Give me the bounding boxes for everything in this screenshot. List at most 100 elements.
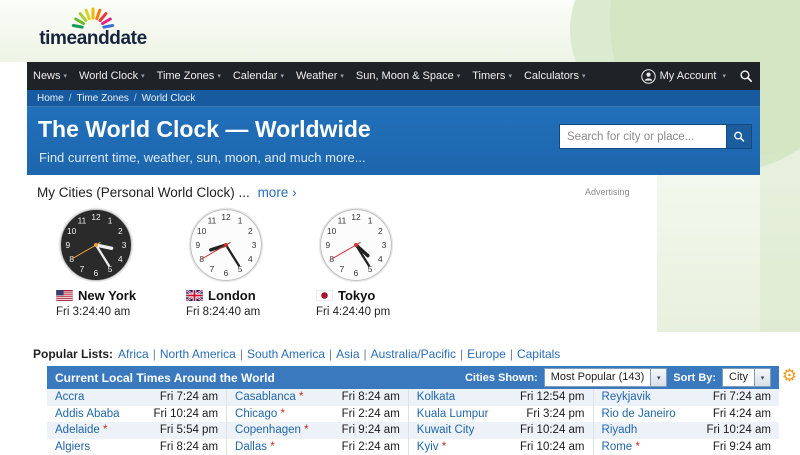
list-separator: | <box>239 347 243 361</box>
logo-text: timeanddate <box>39 28 147 49</box>
city-link[interactable]: Chicago <box>235 408 277 420</box>
popular-list-link[interactable]: Capitals <box>517 347 560 361</box>
city-link[interactable]: Casablanca <box>235 391 296 403</box>
svg-text:2: 2 <box>118 226 123 236</box>
nav-item-news[interactable]: News ▾ <box>27 62 73 90</box>
city-time: Fri 12:54 pm <box>508 389 594 406</box>
city-cell: Casablanca * <box>227 389 328 406</box>
nav-item-calendar[interactable]: Calendar ▾ <box>227 62 290 90</box>
analog-clock-new-york[interactable]: 1 2 3 4 5 6 7 8 9 10 11 12 <box>58 207 134 283</box>
svg-text:9: 9 <box>66 240 71 250</box>
city-link[interactable]: Riyadh <box>602 424 638 436</box>
search-icon <box>740 70 753 83</box>
nav-search-button[interactable] <box>732 62 760 90</box>
popular-list-link[interactable]: South America <box>247 347 325 361</box>
popular-list-link[interactable]: Africa <box>118 347 149 361</box>
page: timeanddate News ▾ World Clock ▾ Time Zones ▾… <box>0 0 800 455</box>
city-link[interactable]: Rio de Janeiro <box>602 408 676 420</box>
more-link[interactable]: more › <box>258 185 297 200</box>
svg-text:11: 11 <box>208 216 217 226</box>
city-cell: Riyadh <box>593 422 695 439</box>
site-logo[interactable]: timeanddate <box>28 5 158 50</box>
nav-my-account[interactable]: My Account ▾ <box>635 62 732 90</box>
svg-text:3: 3 <box>382 240 387 250</box>
city-link[interactable]: Dallas <box>235 441 267 453</box>
uk-flag-icon <box>186 290 203 301</box>
list-separator: | <box>363 347 367 361</box>
table-row: Addis Ababa Fri 10:24 am Chicago * Fri 2:24… <box>47 405 779 423</box>
city-link[interactable]: Reykjavik <box>602 391 651 403</box>
dst-asterisk: * <box>295 391 304 403</box>
nav-items: News ▾ World Clock ▾ Time Zones ▾ Calendar ▾ Wea… <box>27 62 592 90</box>
clock-city-link[interactable]: London <box>208 288 256 303</box>
dst-asterisk: * <box>267 440 275 453</box>
user-icon <box>640 68 656 84</box>
svg-text:12: 12 <box>351 212 361 222</box>
svg-text:11: 11 <box>78 216 87 226</box>
city-search-input[interactable] <box>559 124 727 149</box>
breadcrumb: Home / Time Zones / World Clock <box>27 90 760 107</box>
svg-text:10: 10 <box>67 226 77 236</box>
popular-list-link[interactable]: Europe <box>467 347 506 361</box>
city-link[interactable]: Kuala Lumpur <box>417 408 489 420</box>
svg-text:1: 1 <box>108 216 113 226</box>
city-cell: Chicago * <box>227 406 328 423</box>
analog-clock-london[interactable]: 1 2 3 4 5 6 7 8 9 10 11 12 <box>188 207 264 283</box>
city-cell: Kolkata <box>408 389 508 406</box>
clock-time: Fri 4:24:40 pm <box>316 306 391 318</box>
clock-city-link[interactable]: Tokyo <box>338 288 375 303</box>
table-controls: Cities Shown: Most Popular (143) ▾ Sort … <box>465 368 771 387</box>
popular-list-link[interactable]: Australia/Pacific <box>371 347 456 361</box>
city-cell: Dallas * <box>227 439 328 455</box>
city-link[interactable]: Algiers <box>55 441 90 453</box>
nav-item-time-zones[interactable]: Time Zones ▾ <box>151 62 227 90</box>
chevron-down-icon: ▾ <box>63 73 68 80</box>
popular-lists: Popular Lists: Africa | North America | South… <box>33 347 560 361</box>
hero-section: The World Clock — Worldwide Find current… <box>27 107 760 175</box>
city-search-button[interactable] <box>727 124 752 149</box>
nav-item-timers[interactable]: Timers ▾ <box>466 62 518 90</box>
svg-text:12: 12 <box>91 212 101 222</box>
city-link[interactable]: Kolkata <box>417 391 455 403</box>
sort-by-select[interactable]: City ▾ <box>722 368 771 387</box>
analog-clock-tokyo[interactable]: 1 2 3 4 5 6 7 8 9 10 11 12 <box>318 207 394 283</box>
nav-item-label: News <box>33 70 61 82</box>
nav-item-calculators[interactable]: Calculators ▾ <box>518 62 592 90</box>
city-cell: Kyiv * <box>408 439 508 455</box>
dst-asterisk: * <box>277 407 285 420</box>
nav-item-weather[interactable]: Weather ▾ <box>290 62 350 90</box>
city-time: Fri 2:24 am <box>327 405 409 422</box>
popular-list-link[interactable]: Asia <box>336 347 359 361</box>
sort-by-label: Sort By: <box>673 371 717 384</box>
breadcrumb-link[interactable]: World Clock <box>142 93 196 104</box>
city-link[interactable]: Adelaide <box>55 424 100 436</box>
city-link[interactable]: Addis Ababa <box>55 408 120 420</box>
hero-subtitle: Find current time, weather, sun, moon, a… <box>39 150 366 165</box>
city-link[interactable]: Rome <box>602 441 633 453</box>
table-row: Accra Fri 7:24 am Casablanca * Fri 8:24 am K… <box>47 389 779 406</box>
times-table-zone: Current Local Times Around the World Cit… <box>47 366 797 455</box>
cities-shown-select[interactable]: Most Popular (143) ▾ <box>543 368 668 387</box>
city-time: Fri 10:24 am <box>508 438 594 455</box>
clock-city-link[interactable]: New York <box>78 288 136 303</box>
city-link[interactable]: Accra <box>55 391 84 403</box>
city-cell: Copenhagen * <box>227 422 328 439</box>
city-link[interactable]: Copenhagen <box>235 424 301 436</box>
nav-item-label: Weather <box>295 70 338 82</box>
breadcrumb-link[interactable]: Home <box>37 93 64 104</box>
svg-text:3: 3 <box>122 240 127 250</box>
settings-gear-icon[interactable]: ⚙ <box>782 367 797 384</box>
popular-list-link[interactable]: North America <box>160 347 236 361</box>
svg-text:4: 4 <box>378 254 383 264</box>
city-link[interactable]: Kyiv <box>417 441 439 453</box>
nav-item-sun-moon-space[interactable]: Sun, Moon & Space ▾ <box>350 62 466 90</box>
city-time: Fri 3:24 pm <box>508 405 594 422</box>
city-time: Fri 9:24 am <box>712 440 771 453</box>
breadcrumb-link[interactable]: Time Zones <box>76 93 128 104</box>
logo-burst-icon <box>71 7 115 29</box>
times-table-body: Accra Fri 7:24 am Casablanca * Fri 8:24 am K… <box>47 389 779 455</box>
times-table-header: Current Local Times Around the World Cit… <box>47 366 779 389</box>
advertising-label: Advertising <box>585 187 630 197</box>
city-link[interactable]: Kuwait City <box>417 424 475 436</box>
nav-item-world-clock[interactable]: World Clock ▾ <box>73 62 151 90</box>
